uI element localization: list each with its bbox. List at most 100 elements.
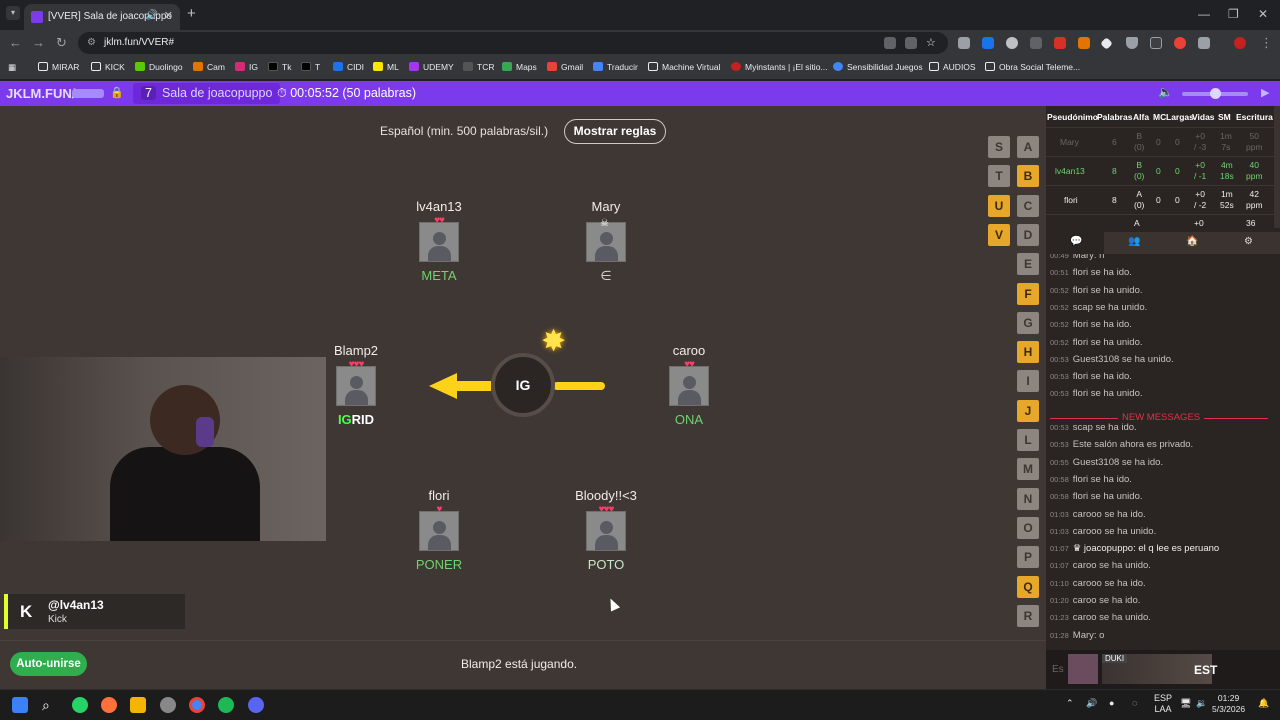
address-bar[interactable]: ⚙ jklm.fun/VVER# <box>78 32 948 54</box>
now-playing-artist: DUKI <box>1102 654 1128 663</box>
start-icon[interactable] <box>12 697 28 713</box>
bonus-letter: I <box>1017 370 1039 393</box>
extension-3-icon[interactable] <box>1006 37 1018 49</box>
app-icon[interactable] <box>160 697 176 713</box>
bookmark-traducir[interactable]: Traducir <box>593 62 638 72</box>
close-window-icon[interactable]: ✕ <box>1258 7 1268 21</box>
whatsapp-icon[interactable] <box>72 697 88 713</box>
extension-5-icon[interactable] <box>1078 37 1090 49</box>
chat-message: 00:52 flori se ha ido. <box>1050 319 1132 330</box>
chat-message: 00:52 flori se ha unido. <box>1050 337 1143 348</box>
bookmark-sensibilidad[interactable]: Sensibilidad Juegos <box>833 62 923 72</box>
extension-7-icon[interactable] <box>1150 37 1162 49</box>
volume-icon[interactable]: 🔈 <box>1158 85 1173 99</box>
apps-icon[interactable]: ▦ <box>8 62 16 73</box>
forward-icon[interactable]: → <box>32 35 45 50</box>
message-time: 00:52 <box>1050 302 1069 312</box>
player-name: Bloody!!<3 <box>575 488 637 503</box>
profile-avatar[interactable] <box>1234 37 1246 49</box>
browser-tab[interactable]: [VVER] Sala de joacopuppo 🔊 ✕ <box>24 4 180 30</box>
instagram-icon <box>235 62 245 71</box>
language-indicator[interactable]: ESP LAA <box>1154 693 1172 715</box>
extension-2-icon[interactable] <box>982 37 994 49</box>
volume-slider-knob[interactable] <box>1210 88 1221 99</box>
bookmark-obra-social[interactable]: Obra Social Teleme... <box>985 62 1080 72</box>
network-icon[interactable]: 🖥 <box>1180 698 1191 709</box>
player-name: lv4an13 <box>416 199 462 214</box>
discord-icon[interactable] <box>248 697 264 713</box>
chrome-icon[interactable] <box>189 697 205 713</box>
tray-overflow-icon[interactable]: ⌃ <box>1066 698 1074 709</box>
bookmark-kick[interactable]: KICK <box>91 62 125 72</box>
chrome-menu-icon[interactable]: ⋮ <box>1260 35 1273 51</box>
extensions-puzzle-icon[interactable] <box>1198 37 1210 49</box>
bookmark-t[interactable]: T <box>301 62 320 72</box>
bookmark-myinstants[interactable]: Myinstants | ¡El sitio... <box>731 62 828 72</box>
restore-icon[interactable]: ❐ <box>1228 7 1239 21</box>
chat-input-area[interactable]: Es DUKI EST <box>1046 650 1280 689</box>
avatar <box>586 511 626 551</box>
spotify-icon[interactable] <box>218 697 234 713</box>
bookmark-ig[interactable]: IG <box>235 62 258 72</box>
chat-tab-icon[interactable]: 💬 <box>1070 236 1082 247</box>
site-info-icon[interactable]: ⚙ <box>87 37 96 48</box>
bookmark-audios[interactable]: AUDIOS <box>929 62 976 72</box>
bookmark-star-icon[interactable]: ☆ <box>926 37 938 49</box>
bookmark-udemy[interactable]: UDEMY <box>409 62 454 72</box>
gmail-icon <box>547 62 557 71</box>
file-explorer-icon[interactable] <box>130 697 146 713</box>
site-brand[interactable]: JKLM.FUN/ <box>6 86 75 101</box>
bookmark-tcr[interactable]: TCR <box>463 62 494 72</box>
tab-audio-icon[interactable]: 🔊 <box>146 10 158 21</box>
chat-message: 01:20 caroo se ha ido. <box>1050 595 1140 606</box>
bookmark-machine-virtual[interactable]: Machine Virtual <box>648 62 720 72</box>
tray-audio-icon[interactable]: 🔊 <box>1086 698 1097 709</box>
bookmark-mirar[interactable]: MIRAR <box>38 62 79 72</box>
players-tab-icon[interactable]: 👥 <box>1128 236 1140 247</box>
bookmark-tk[interactable]: Tk <box>268 62 291 72</box>
close-tab-icon[interactable]: ✕ <box>164 9 173 22</box>
reload-icon[interactable]: ↻ <box>56 35 67 51</box>
message-text: Guest3108 se ha ido. <box>1072 456 1164 468</box>
back-icon[interactable]: ← <box>9 35 22 50</box>
scoreboard-scrollbar[interactable] <box>1274 106 1280 228</box>
message-user[interactable]: ♛ joacopuppo <box>1073 543 1133 554</box>
tab-search-icon[interactable]: ▾ <box>6 6 20 20</box>
tray-app-icon[interactable]: ● <box>1109 698 1114 708</box>
volume-icon[interactable]: 🔉 <box>1196 698 1207 709</box>
header-largas: Largas <box>1166 112 1194 122</box>
new-tab-icon[interactable]: + <box>187 5 196 22</box>
show-rules-button[interactable]: Mostrar reglas <box>564 119 666 144</box>
bookmark-duolingo[interactable]: Duolingo <box>135 62 183 72</box>
cast-icon[interactable] <box>905 37 917 49</box>
tray-app2-icon[interactable]: ◌ <box>1132 698 1137 708</box>
search-icon[interactable]: ⌕ <box>42 697 58 713</box>
message-text: flori se ha ido. <box>1072 473 1132 485</box>
extension-8-icon[interactable] <box>1174 37 1186 49</box>
sidebar-toggle-icon[interactable]: ▶ <box>1261 86 1269 99</box>
notification-icon[interactable]: 🔔 <box>1258 698 1269 709</box>
extension-4-icon[interactable] <box>1030 37 1042 49</box>
shield-icon[interactable] <box>1126 37 1138 49</box>
extension-1-icon[interactable] <box>958 37 970 49</box>
room-tab-icon[interactable]: 🏠 <box>1186 236 1198 247</box>
turn-arrow-shaft <box>455 381 491 391</box>
firefox-icon[interactable] <box>101 697 117 713</box>
bookmark-ml[interactable]: ML <box>373 62 399 72</box>
lives-hearts: ♥♥ <box>434 215 445 226</box>
extension-6-icon[interactable] <box>1100 37 1113 50</box>
bookmark-maps[interactable]: Maps <box>502 62 537 72</box>
message-time: 00:51 <box>1050 268 1069 278</box>
room-code-hidden <box>72 89 104 98</box>
auto-join-button[interactable]: Auto-unirse <box>10 652 87 676</box>
minimize-icon[interactable]: — <box>1198 7 1210 21</box>
adblock-icon[interactable] <box>1054 37 1066 49</box>
settings-tab-icon[interactable]: ⚙ <box>1244 236 1253 247</box>
clock[interactable]: 01:29 5/3/2026 <box>1212 693 1245 715</box>
bookmark-gmail[interactable]: Gmail <box>547 62 583 72</box>
translate-icon[interactable] <box>884 37 896 49</box>
bookmark-cidi[interactable]: CIDI <box>333 62 364 72</box>
bookmark-cam[interactable]: Cam <box>193 62 225 72</box>
header-escritura: Escritura <box>1236 112 1273 122</box>
chat-input-placeholder: Es <box>1052 664 1064 675</box>
